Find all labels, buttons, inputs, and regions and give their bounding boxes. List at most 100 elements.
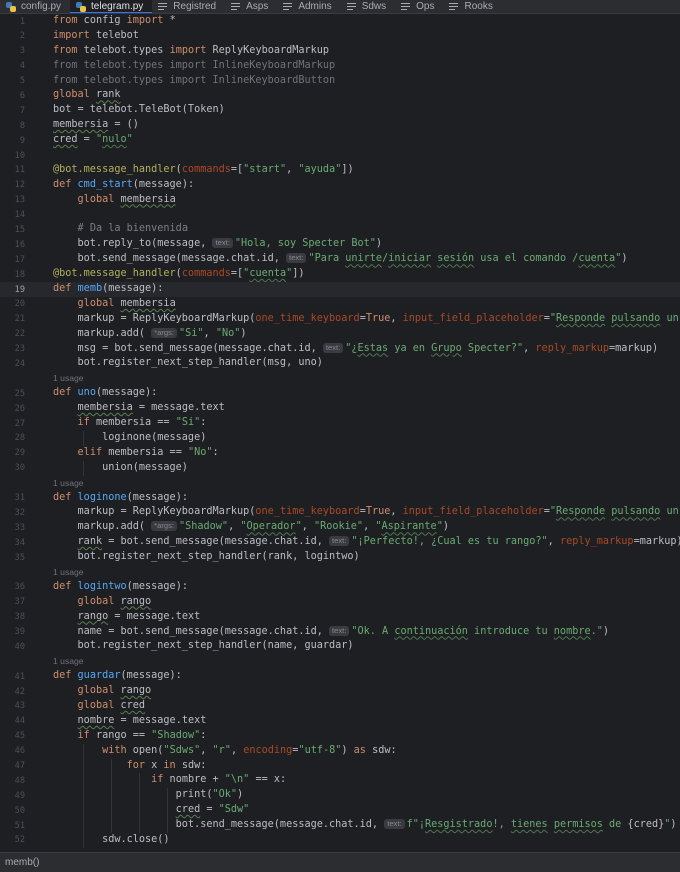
code-line: 33 markup.add( *args: "Shadow", "Operador…	[0, 520, 680, 535]
line-number: 23	[14, 344, 25, 355]
tab-sdws[interactable]: Sdws	[341, 0, 395, 13]
usage-hint[interactable]: 1 usage	[0, 565, 680, 580]
code-line: 37 global rango	[0, 595, 680, 610]
code-text: union(message)	[53, 461, 188, 473]
line-number: 14	[14, 210, 25, 221]
code-line: 35 bot.register_next_step_handler(rank, …	[0, 550, 680, 565]
line-number: 37	[14, 597, 25, 608]
code-text: def uno(message):	[53, 387, 158, 399]
code-text: global membersia	[77, 193, 176, 205]
line-number: 33	[14, 522, 25, 533]
code-line: 49 print("Ok")	[0, 788, 680, 804]
tab-asps[interactable]: Asps	[225, 0, 277, 13]
tab-ops[interactable]: Ops	[395, 0, 443, 13]
tab-label: Rooks	[464, 1, 493, 12]
code-line: 41 def guardar(message):	[0, 669, 680, 684]
text-file-icon	[158, 2, 168, 12]
code-text: bot.register_next_step_handler(rank, log…	[53, 551, 360, 563]
line-number: 48	[14, 775, 25, 786]
code-line: 45 if rango == "Shadow":	[0, 729, 680, 744]
code-text: rank = bot.send_message(message.chat.id,…	[77, 536, 680, 548]
code-line: 29 elif membersia == "No":	[0, 446, 680, 461]
line-number: 51	[14, 820, 25, 831]
line-number: 11	[14, 165, 25, 176]
code-text: def logintwo(message):	[53, 580, 188, 592]
usage-label[interactable]: 1 usage	[53, 654, 84, 669]
line-number: 16	[14, 239, 25, 250]
line-number: 32	[14, 507, 25, 518]
line-number: 35	[14, 552, 25, 563]
editor-tab-bar: config.py telegram.py Registred Asps Admins S…	[0, 0, 680, 14]
code-editor[interactable]: 1 from config import * 2 import telebot 3 fro…	[0, 14, 680, 852]
tab-label: Registred	[173, 1, 217, 12]
code-text: cred = "nulo"	[53, 134, 133, 146]
line-number: 8	[19, 120, 25, 131]
code-line: 2 import telebot	[0, 29, 680, 44]
line-number: 43	[14, 701, 25, 712]
usage-label[interactable]: 1 usage	[53, 476, 84, 491]
code-line: 40 bot.register_next_step_handler(name, …	[0, 639, 680, 654]
usage-label[interactable]: 1 usage	[53, 371, 84, 386]
line-number: 6	[19, 90, 25, 101]
usage-hint[interactable]: 1 usage	[0, 371, 680, 386]
text-file-icon	[401, 2, 411, 12]
line-number: 38	[14, 612, 25, 623]
code-line: 20 global membersia	[0, 297, 680, 312]
line-number: 28	[14, 433, 25, 444]
tab-registred[interactable]: Registred	[152, 0, 225, 13]
code-line: 5 from telebot.types import InlineKeyboar…	[0, 74, 680, 89]
usage-hint[interactable]: 1 usage	[0, 476, 680, 491]
code-text: if rango == "Shadow":	[77, 729, 207, 741]
code-line: 47 for x in sdw:	[0, 758, 680, 774]
tab-telegram-py[interactable]: telegram.py	[70, 0, 153, 13]
line-number: 13	[14, 195, 25, 206]
line-number: 46	[14, 746, 25, 757]
line-number: 1	[19, 16, 25, 27]
line-number: 44	[14, 716, 25, 727]
line-number: 34	[14, 537, 25, 548]
breadcrumb-function[interactable]: memb()	[5, 857, 39, 868]
code-line: 19 def memb(message):	[0, 282, 680, 297]
code-text: membersia = ()	[53, 119, 139, 131]
code-text: cred = "Sdw"	[175, 804, 250, 816]
code-line: 50 cred = "Sdw"	[0, 803, 680, 819]
python-file-icon	[6, 1, 16, 12]
code-text: bot = telebot.TeleBot(Token)	[53, 104, 225, 116]
code-line: 24 bot.register_next_step_handler(msg, u…	[0, 356, 680, 371]
code-text: membersia = message.text	[77, 402, 225, 414]
code-text: rango = message.text	[77, 610, 201, 622]
code-line: 21 markup = ReplyKeyboardMarkup(one_time…	[0, 312, 680, 327]
code-line: 32 markup = ReplyKeyboardMarkup(one_time…	[0, 505, 680, 520]
line-number: 17	[14, 254, 25, 265]
code-line: 9 cred = "nulo"	[0, 133, 680, 148]
tab-rooks[interactable]: Rooks	[443, 0, 501, 13]
tab-label: telegram.py	[91, 1, 144, 12]
code-line: 42 global rango	[0, 684, 680, 699]
line-number: 24	[14, 358, 25, 369]
line-number: 29	[14, 448, 25, 459]
line-number: 27	[14, 418, 25, 429]
code-line: 8 membersia = ()	[0, 118, 680, 133]
code-line: 18 @bot.message_handler(commands=["cuenta…	[0, 267, 680, 282]
code-line: 16 bot.reply_to(message, text: "Hola, soy…	[0, 237, 680, 252]
code-text: markup = ReplyKeyboardMarkup(one_time_ke…	[53, 312, 679, 324]
code-line: 44 nombre = message.text	[0, 714, 680, 729]
tab-label: Sdws	[361, 1, 387, 12]
breadcrumb[interactable]: memb()	[0, 852, 680, 872]
code-line: 22 markup.add( *args: "Si", "No")	[0, 327, 680, 342]
tab-admins[interactable]: Admins	[277, 0, 340, 13]
line-number: 21	[14, 314, 25, 325]
code-text: with open("Sdws", "r", encoding="utf-8")…	[102, 744, 397, 756]
line-number: 50	[14, 805, 25, 816]
line-number: 40	[14, 641, 25, 652]
tab-config-py[interactable]: config.py	[0, 0, 70, 13]
code-line: 15 # Da la bienvenida	[0, 222, 680, 237]
code-text: from telebot.types import ReplyKeyboardM…	[53, 44, 330, 56]
usage-hint[interactable]: 1 usage	[0, 654, 680, 669]
code-text: name = bot.send_message(message.chat.id,…	[53, 625, 610, 637]
usage-label[interactable]: 1 usage	[53, 565, 84, 580]
code-line: 36 def logintwo(message):	[0, 580, 680, 595]
line-number: 3	[19, 46, 25, 57]
code-line: 12 def cmd_start(message):	[0, 178, 680, 193]
code-line: 39 name = bot.send_message(message.chat.…	[0, 625, 680, 640]
